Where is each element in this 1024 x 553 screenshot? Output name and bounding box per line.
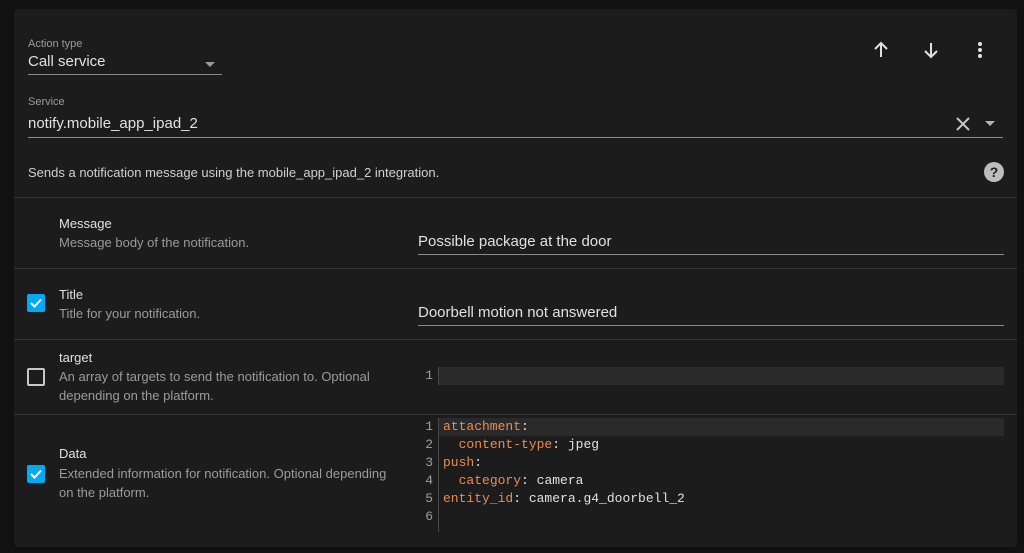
chevron-down-icon[interactable] xyxy=(205,62,215,67)
line-number: 3 xyxy=(425,455,433,470)
divider xyxy=(14,268,1017,269)
title-underline xyxy=(418,325,1004,326)
message-field-description: Message body of the notification. xyxy=(59,235,250,250)
line-number: 4 xyxy=(425,473,433,488)
more-vertical-icon[interactable] xyxy=(966,36,994,64)
title-field-description: Title for your notification. xyxy=(59,306,201,321)
message-field-name: Message xyxy=(59,216,112,231)
target-code-editor[interactable]: 1 xyxy=(418,367,1004,385)
code-line[interactable] xyxy=(439,367,1004,385)
yaml-colon: : xyxy=(521,473,529,488)
line-number: 2 xyxy=(425,437,433,452)
service-description: Sends a notification message using the m… xyxy=(28,165,440,180)
yaml-indent xyxy=(443,437,459,452)
yaml-key: category xyxy=(458,473,522,488)
title-input[interactable]: Doorbell motion not answered xyxy=(418,304,617,321)
close-icon[interactable] xyxy=(952,113,974,135)
target-checkbox[interactable] xyxy=(27,368,45,386)
yaml-value: jpeg xyxy=(560,437,600,452)
target-field-name: target xyxy=(59,350,93,365)
title-checkbox[interactable] xyxy=(27,294,45,312)
divider xyxy=(14,414,1017,415)
yaml-key: content-type xyxy=(458,437,553,452)
yaml-colon: : xyxy=(474,455,483,470)
service-underline xyxy=(28,137,1003,138)
data-code-editor[interactable]: 1 2 3 4 5 6 attachment: content-type: jp… xyxy=(418,418,1004,532)
svg-text:?: ? xyxy=(990,164,999,180)
code-line[interactable]: content-type: jpeg xyxy=(439,436,1004,454)
yaml-colon: : xyxy=(521,419,529,434)
line-number: 1 xyxy=(425,368,433,383)
title-field-name: Title xyxy=(59,287,84,302)
line-numbers: 1 xyxy=(418,367,439,385)
data-checkbox[interactable] xyxy=(27,465,45,483)
chevron-down-icon[interactable] xyxy=(985,121,995,126)
yaml-key: entity_id xyxy=(443,491,514,506)
divider xyxy=(14,339,1017,340)
arrow-up-icon[interactable] xyxy=(867,36,895,64)
code-line[interactable]: category: camera xyxy=(439,472,1004,490)
arrow-down-icon[interactable] xyxy=(917,36,945,64)
action-type-select[interactable]: Call service xyxy=(28,53,106,70)
help-icon[interactable]: ? xyxy=(984,162,1004,182)
message-underline xyxy=(418,254,1004,255)
message-input[interactable]: Possible package at the door xyxy=(418,233,611,250)
yaml-indent xyxy=(443,473,459,488)
target-field-description: An array of targets to send the notifica… xyxy=(59,369,370,403)
yaml-value: camera xyxy=(528,473,584,488)
line-number: 5 xyxy=(425,491,433,506)
service-label: Service xyxy=(28,96,65,108)
code-line[interactable]: entity_id: camera.g4_doorbell_2 xyxy=(439,490,1004,508)
action-type-label: Action type xyxy=(28,38,83,50)
line-number: 6 xyxy=(425,509,433,524)
code-line[interactable]: attachment: xyxy=(439,418,1004,436)
yaml-colon: : xyxy=(513,491,522,506)
action-type-underline xyxy=(28,74,222,75)
divider xyxy=(14,197,1017,198)
service-action-card: Action type Call service Service notify.… xyxy=(14,9,1017,547)
code-line[interactable]: push: xyxy=(439,454,1004,472)
yaml-value: camera.g4_doorbell_2 xyxy=(521,491,685,506)
yaml-colon: : xyxy=(552,437,561,452)
data-field-name: Data xyxy=(59,446,87,461)
data-field-description: Extended information for notification. O… xyxy=(59,466,387,500)
yaml-key: push xyxy=(443,455,475,470)
line-numbers: 1 2 3 4 5 6 xyxy=(418,418,439,532)
service-input[interactable]: notify.mobile_app_ipad_2 xyxy=(28,115,198,132)
code-line[interactable] xyxy=(439,508,1004,526)
line-number: 1 xyxy=(425,419,433,434)
yaml-key: attachment xyxy=(443,419,522,434)
